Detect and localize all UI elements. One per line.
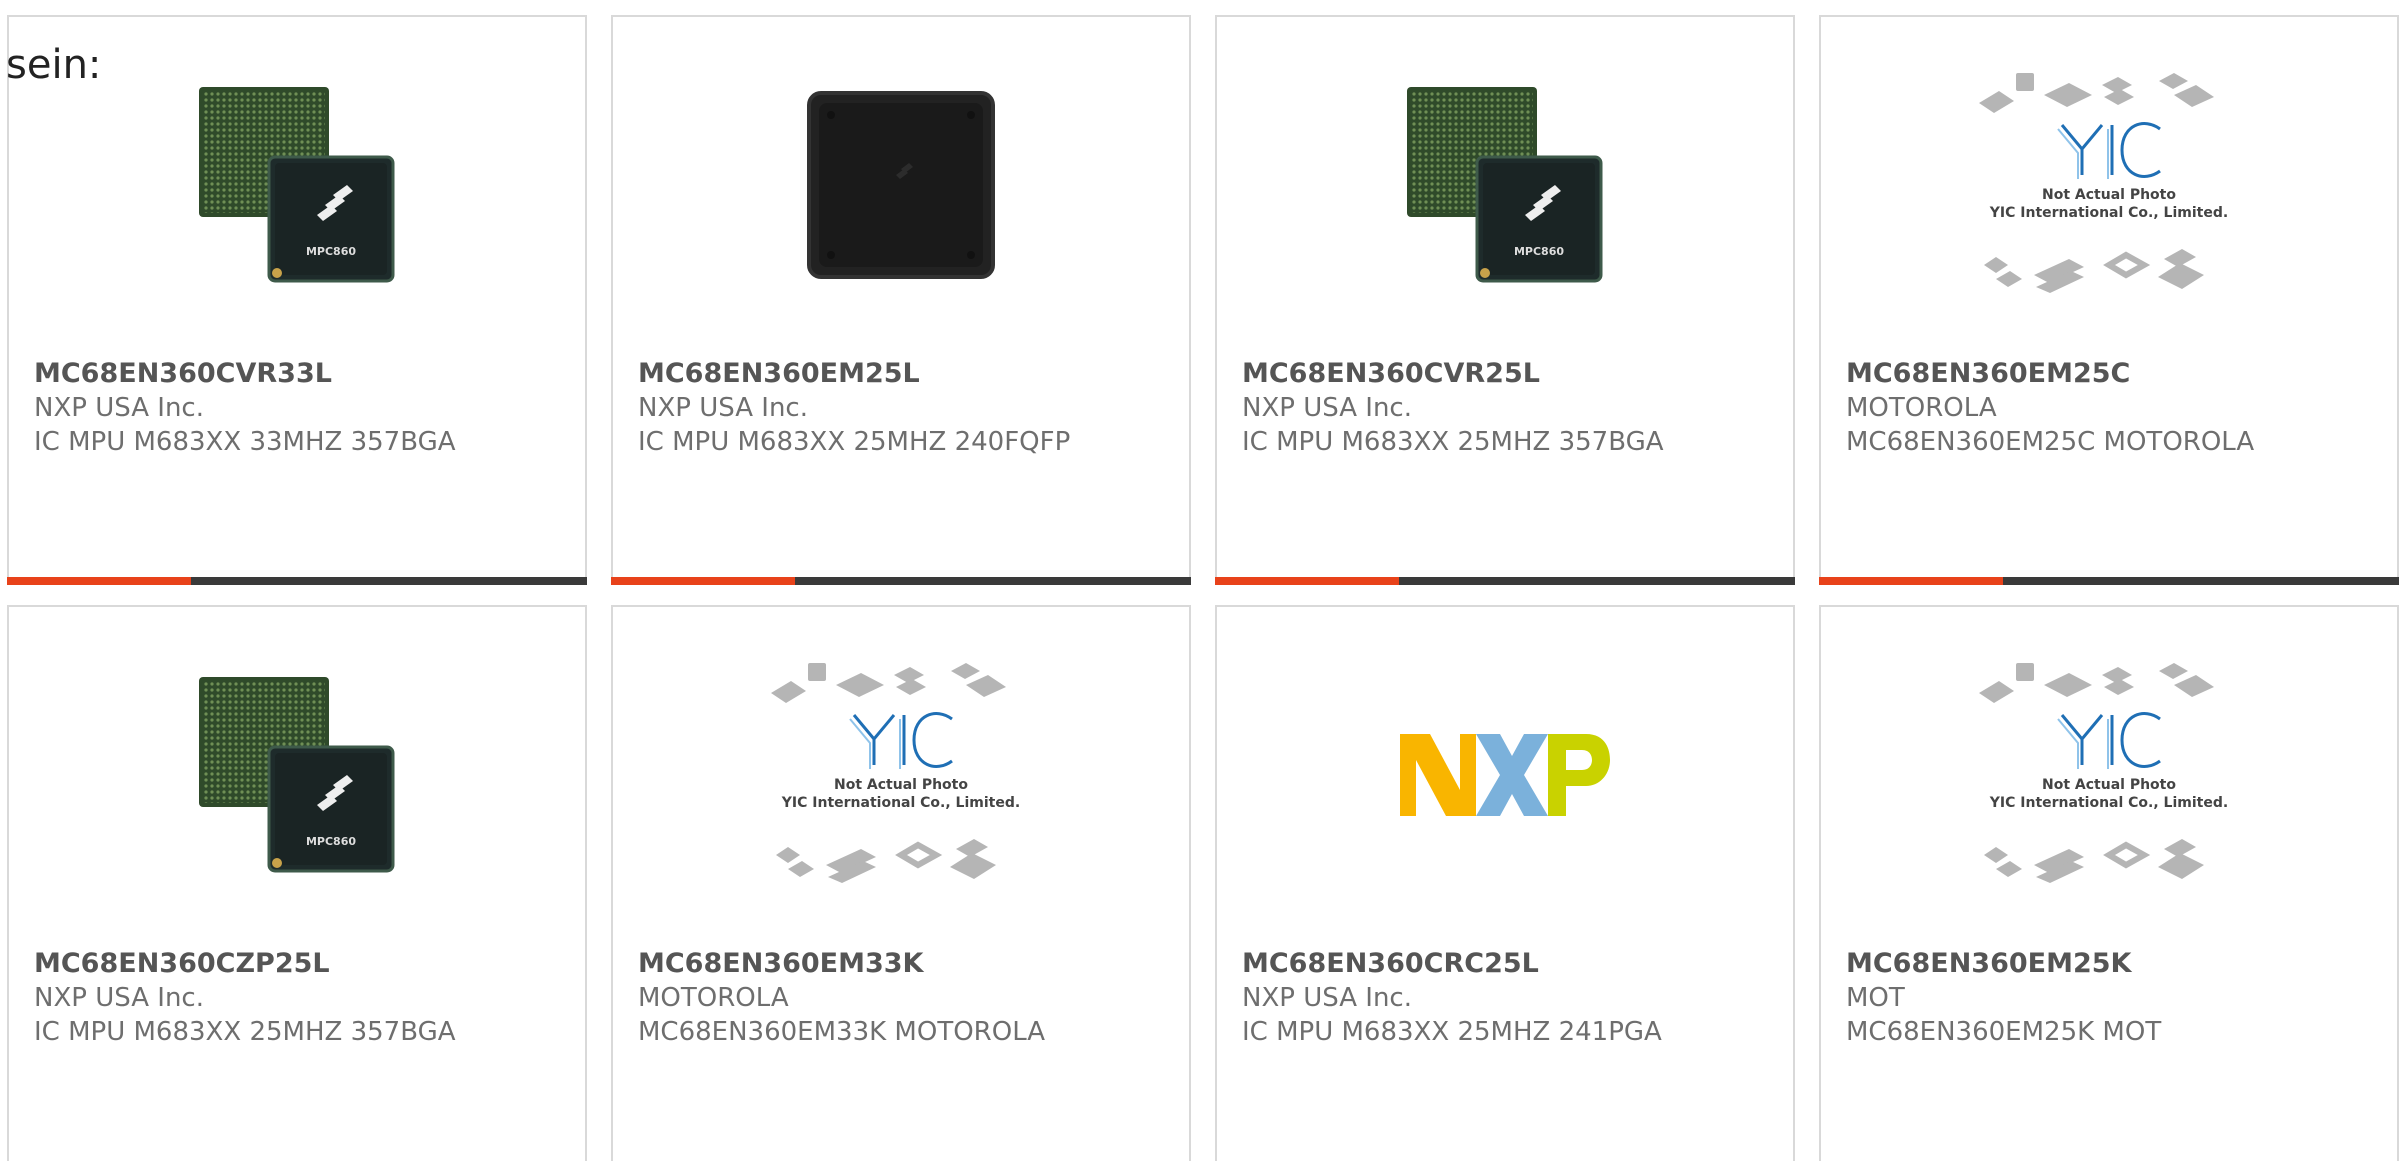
placeholder-note: Not Actual Photo [2042,777,2176,793]
product-card[interactable]: Not Actual Photo YIC International Co., … [1819,15,2399,585]
product-image[interactable]: MPC860 [9,652,585,897]
card-bottom-bar [611,577,1191,585]
product-card[interactable]: Not Actual Photo YIC International Co., … [1819,605,2399,1161]
part-number-link[interactable]: MC68EN360CRC25L [1242,947,1773,981]
card-bottom-bar [1819,577,2399,585]
placeholder-company: YIC International Co., Limited. [781,795,1020,811]
intro-text: sein: [6,42,102,88]
part-number-link[interactable]: MC68EN360EM25L [638,357,1169,391]
manufacturer: NXP USA Inc. [1242,983,1412,1013]
bga-chip-image: MPC860 [199,676,395,872]
card-accent-bar [1819,577,2003,585]
manufacturer: NXP USA Inc. [34,983,204,1013]
product-image[interactable]: MPC860 [9,62,585,307]
product-card[interactable]: MC68EN360EM25L NXP USA Inc. IC MPU M683X… [611,15,1191,585]
yic-placeholder-image: Not Actual Photo YIC International Co., … [1979,662,2228,883]
bga-chip-image: MPC860 [199,86,395,282]
manufacturer: NXP USA Inc. [34,393,204,423]
chip-label: MPC860 [306,835,356,848]
placeholder-company: YIC International Co., Limited. [1989,795,2228,811]
product-image[interactable] [1217,652,1793,897]
card-accent-bar [7,577,191,585]
manufacturer: MOT [1846,983,1905,1013]
product-card[interactable]: MPC860 MC68EN360CVR25L NXP USA Inc. IC M… [1215,15,1795,585]
product-image[interactable]: MPC860 [1217,62,1793,307]
yic-placeholder-image: Not Actual Photo YIC International Co., … [771,662,1020,883]
product-image[interactable]: Not Actual Photo YIC International Co., … [1821,652,2397,897]
product-card[interactable]: Not Actual Photo YIC International Co., … [611,605,1191,1161]
card-bottom-bar [1215,577,1795,585]
description: IC MPU M683XX 25MHZ 240FQFP [638,427,1071,457]
description: MC68EN360EM25C MOTOROLA [1846,427,2255,457]
placeholder-company: YIC International Co., Limited. [1989,205,2228,221]
product-image[interactable]: Not Actual Photo YIC International Co., … [1821,62,2397,307]
qfp-chip-image [807,90,995,279]
product-image[interactable]: Not Actual Photo YIC International Co., … [613,652,1189,897]
manufacturer: NXP USA Inc. [638,393,808,423]
description: IC MPU M683XX 33MHZ 357BGA [34,427,456,457]
part-number-link[interactable]: MC68EN360EM25C [1846,357,2377,391]
card-bottom-bar [7,577,587,585]
description: IC MPU M683XX 25MHZ 357BGA [34,1017,456,1047]
placeholder-note: Not Actual Photo [834,777,968,793]
manufacturer: NXP USA Inc. [1242,393,1412,423]
chip-label: MPC860 [1514,245,1564,258]
manufacturer: MOTOROLA [1846,393,1997,423]
card-accent-bar [611,577,795,585]
product-card[interactable]: MPC860 MC68EN360CVR33L NXP USA Inc. IC M… [7,15,587,585]
part-number-link[interactable]: MC68EN360EM33K [638,947,1169,981]
description: MC68EN360EM33K MOTOROLA [638,1017,1046,1047]
part-number-link[interactable]: MC68EN360CVR25L [1242,357,1773,391]
bga-chip-image: MPC860 [1407,86,1603,282]
part-number-link[interactable]: MC68EN360EM25K [1846,947,2377,981]
product-image[interactable] [613,62,1189,307]
part-number-link[interactable]: MC68EN360CVR33L [34,357,565,391]
manufacturer: MOTOROLA [638,983,789,1013]
nxp-logo-image [1400,733,1610,816]
part-number-link[interactable]: MC68EN360CZP25L [34,947,565,981]
description: IC MPU M683XX 25MHZ 357BGA [1242,427,1664,457]
card-accent-bar [1215,577,1399,585]
description: IC MPU M683XX 25MHZ 241PGA [1242,1017,1662,1047]
product-card[interactable]: MC68EN360CRC25L NXP USA Inc. IC MPU M683… [1215,605,1795,1161]
placeholder-note: Not Actual Photo [2042,187,2176,203]
yic-placeholder-image: Not Actual Photo YIC International Co., … [1979,72,2228,293]
product-card[interactable]: MPC860 MC68EN360CZP25L NXP USA Inc. IC M… [7,605,587,1161]
chip-label: MPC860 [306,245,356,258]
description: MC68EN360EM25K MOT [1846,1017,2162,1047]
